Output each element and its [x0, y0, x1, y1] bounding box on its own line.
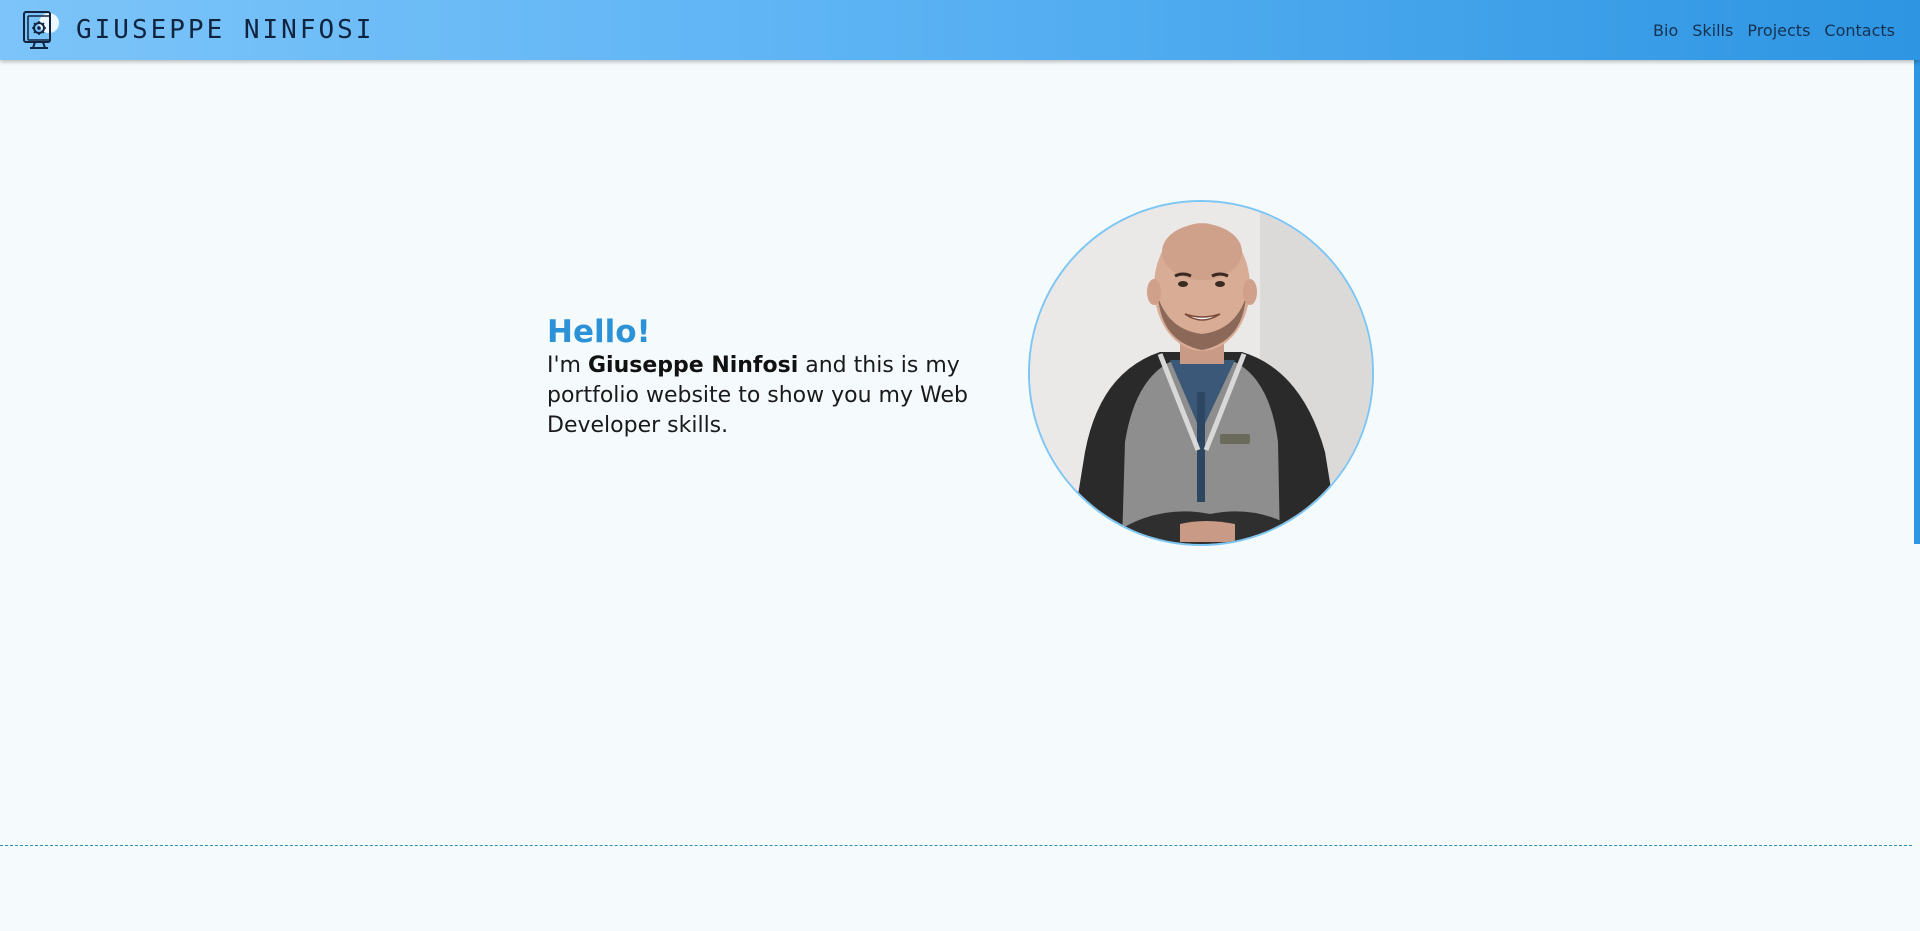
brand-name: GIUSEPPE NINFOSI	[76, 15, 375, 45]
hero-greeting: Hello!	[547, 314, 651, 350]
intro-name: Giuseppe Ninfosi	[587, 353, 799, 378]
profile-photo	[1028, 200, 1374, 546]
brand[interactable]: GIUSEPPE NINFOSI	[20, 8, 374, 52]
section-divider	[0, 845, 1912, 846]
hero-intro-text: I'm Giuseppe Ninfosi and this is my port…	[547, 351, 997, 441]
main-nav: Bio Skills Projects Contacts	[1653, 0, 1895, 60]
nav-link-bio[interactable]: Bio	[1653, 21, 1678, 40]
hero-intro: Hello! I'm Giuseppe Ninfosi and this is …	[547, 313, 1007, 441]
scrollbar-thumb[interactable]	[1914, 56, 1920, 544]
monitor-gear-icon	[20, 9, 62, 51]
top-navbar: GIUSEPPE NINFOSI Bio Skills Projects Con…	[0, 0, 1920, 60]
profile-photo-graphic	[1030, 202, 1372, 544]
intro-prefix: I'm	[547, 353, 588, 378]
nav-link-contacts[interactable]: Contacts	[1824, 21, 1895, 40]
nav-link-projects[interactable]: Projects	[1747, 21, 1810, 40]
nav-link-skills[interactable]: Skills	[1692, 21, 1733, 40]
